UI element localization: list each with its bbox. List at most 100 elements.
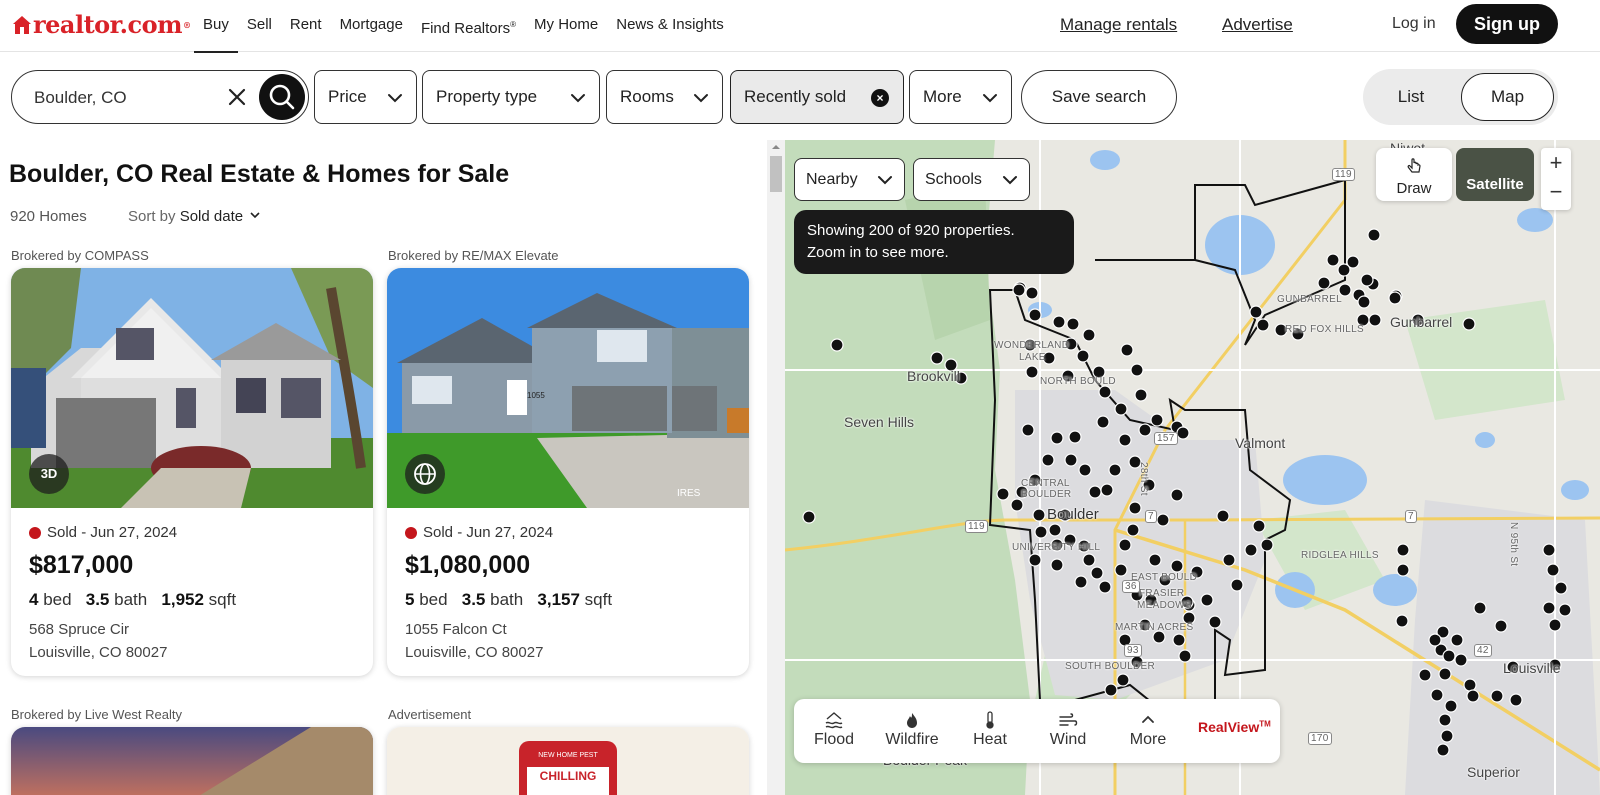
route-shield: 7 [1145, 510, 1157, 523]
route-shield: 170 [1308, 732, 1332, 745]
nav-buy[interactable]: Buy [194, 0, 238, 53]
city-address: Louisville, CO 80027 [29, 644, 168, 661]
globe-icon[interactable] [405, 454, 445, 494]
more-layers-button[interactable]: More [1108, 699, 1188, 763]
nav-sell[interactable]: Sell [238, 0, 281, 52]
baths-value: 3.5 [461, 590, 486, 609]
map-layers-toolbar: Flood Wildfire Heat Wind More RealViewTM [794, 699, 1280, 763]
sold-status: Sold - Jun 27, 2024 [405, 524, 553, 541]
street-address: 1055 Falcon Ct [405, 621, 507, 638]
price-filter[interactable]: Price [314, 70, 417, 124]
view-toggle: List Map [1363, 69, 1558, 125]
beds-label: bed [419, 590, 448, 609]
manage-rentals-link[interactable]: Manage rentals [1060, 15, 1177, 35]
nearby-dropdown[interactable]: Nearby [794, 158, 905, 201]
property-type-filter[interactable]: Property type [422, 70, 600, 124]
place-label: UNIVERSITY HILL [1012, 542, 1101, 553]
map-pane[interactable]: Niwot Gunbarrel GUNBARREL RED FOX HILLS … [785, 140, 1600, 795]
route-shield: 119 [965, 520, 988, 533]
place-label: BOULDER [1021, 489, 1072, 500]
realview-logo[interactable]: RealViewTM [1198, 719, 1271, 735]
baths-label: bath [490, 590, 524, 609]
listing-price: $1,080,000 [405, 551, 531, 579]
realview-label: RealView [1198, 719, 1260, 735]
scrollbar-thumb[interactable] [770, 156, 782, 192]
nav-find-realtors[interactable]: Find Realtors® [412, 0, 525, 52]
brand-mark: ® [183, 19, 191, 30]
price-filter-label: Price [328, 87, 367, 106]
property-card[interactable] [11, 727, 373, 795]
advertise-link[interactable]: Advertise [1222, 15, 1293, 35]
wildfire-icon [907, 713, 917, 728]
more-filter[interactable]: More [909, 70, 1012, 124]
road-label: N 95th St [1508, 522, 1519, 567]
more-filter-label: More [923, 87, 962, 106]
flood-layer-button[interactable]: Flood [794, 699, 874, 763]
remove-filter-icon[interactable]: × [871, 89, 889, 107]
zoom-out-button[interactable]: − [1541, 177, 1571, 206]
flood-label: Flood [813, 731, 855, 748]
schools-dropdown[interactable]: Schools [913, 158, 1030, 201]
3d-tour-icon[interactable]: 3D [29, 454, 69, 494]
place-label: FRASIER [1139, 588, 1185, 599]
road-label: 28th St [1138, 462, 1149, 496]
sqft-value: 1,952 [161, 590, 204, 609]
city-address: Louisville, CO 80027 [405, 644, 544, 661]
place-label: LAKE [1019, 352, 1046, 363]
nav-my-home[interactable]: My Home [525, 0, 607, 52]
nav-news-insights[interactable]: News & Insights [607, 0, 733, 52]
property-card[interactable]: 3D Sold - Jun 27, 2024 $817,000 4 bed 3.… [11, 268, 373, 676]
primary-nav: Buy Sell Rent Mortgage Find Realtors® My… [194, 0, 733, 53]
zoom-in-button[interactable]: + [1541, 148, 1571, 177]
sort-label: Sort by [128, 208, 176, 225]
realtor-logo[interactable]: realtor.com ® [12, 10, 191, 39]
schools-label: Schools [925, 171, 982, 188]
search-input[interactable]: Boulder, CO [34, 88, 127, 108]
house-number: 1055 [527, 391, 545, 400]
recently-sold-label: Recently sold [744, 87, 847, 106]
property-photo [11, 727, 373, 795]
scroll-up-icon[interactable] [767, 140, 785, 154]
place-label: RIDGLEA HILLS [1301, 550, 1379, 561]
map-view-button[interactable]: Map [1461, 73, 1554, 121]
heat-layer-button[interactable]: Heat [950, 699, 1030, 763]
search-button[interactable] [259, 74, 305, 120]
listing-specs: 4 bed 3.5 bath 1,952 sqft [29, 590, 236, 610]
property-photo[interactable]: 3D [11, 268, 373, 508]
login-link[interactable]: Log in [1392, 15, 1436, 33]
property-type-label: Property type [436, 87, 538, 106]
property-photo[interactable]: 1055 IRES [387, 268, 749, 508]
location-search[interactable]: Boulder, CO [11, 70, 309, 124]
top-navigation: realtor.com ® Buy Sell Rent Mortgage Find… [0, 0, 1600, 53]
satellite-thumbnail [1456, 148, 1534, 176]
sort-value: Sold date [179, 208, 244, 225]
recently-sold-filter[interactable]: Recently sold × [730, 70, 904, 124]
advertisement-card[interactable]: NEW HOME PEST CHILLING [387, 727, 749, 795]
place-label: MEADOWS [1137, 600, 1192, 611]
clear-icon[interactable] [224, 84, 250, 110]
chevron-down-icon [983, 94, 997, 103]
sold-status: Sold - Jun 27, 2024 [29, 524, 177, 541]
wildfire-layer-button[interactable]: Wildfire [872, 699, 952, 763]
place-label: Brookvill [907, 368, 960, 384]
place-label: Louisville [1503, 660, 1561, 676]
signup-button[interactable]: Sign up [1456, 4, 1558, 44]
property-card[interactable]: 1055 IRES Sold - Jun 27, 2024 $1,080,000… [387, 268, 749, 676]
satellite-button[interactable]: Satellite [1456, 148, 1534, 201]
baths-label: bath [114, 590, 148, 609]
broker-label: Brokered by Live West Realty [11, 707, 182, 722]
chevron-down-icon [571, 94, 585, 103]
wind-layer-button[interactable]: Wind [1028, 699, 1108, 763]
chevron-up-icon [1142, 715, 1154, 723]
route-shield: 157 [1154, 432, 1178, 445]
nav-mortgage[interactable]: Mortgage [331, 0, 412, 52]
nav-rent[interactable]: Rent [281, 0, 331, 52]
list-view-button[interactable]: List [1363, 69, 1459, 125]
sort-dropdown[interactable]: Sort by Sold date [128, 208, 261, 225]
save-search-button[interactable]: Save search [1021, 70, 1177, 124]
listing-price: $817,000 [29, 551, 134, 579]
draw-button[interactable]: Draw [1376, 148, 1452, 201]
brand-name: realtor.com [33, 10, 183, 39]
rooms-filter[interactable]: Rooms [606, 70, 723, 124]
list-scrollbar[interactable] [767, 140, 785, 795]
